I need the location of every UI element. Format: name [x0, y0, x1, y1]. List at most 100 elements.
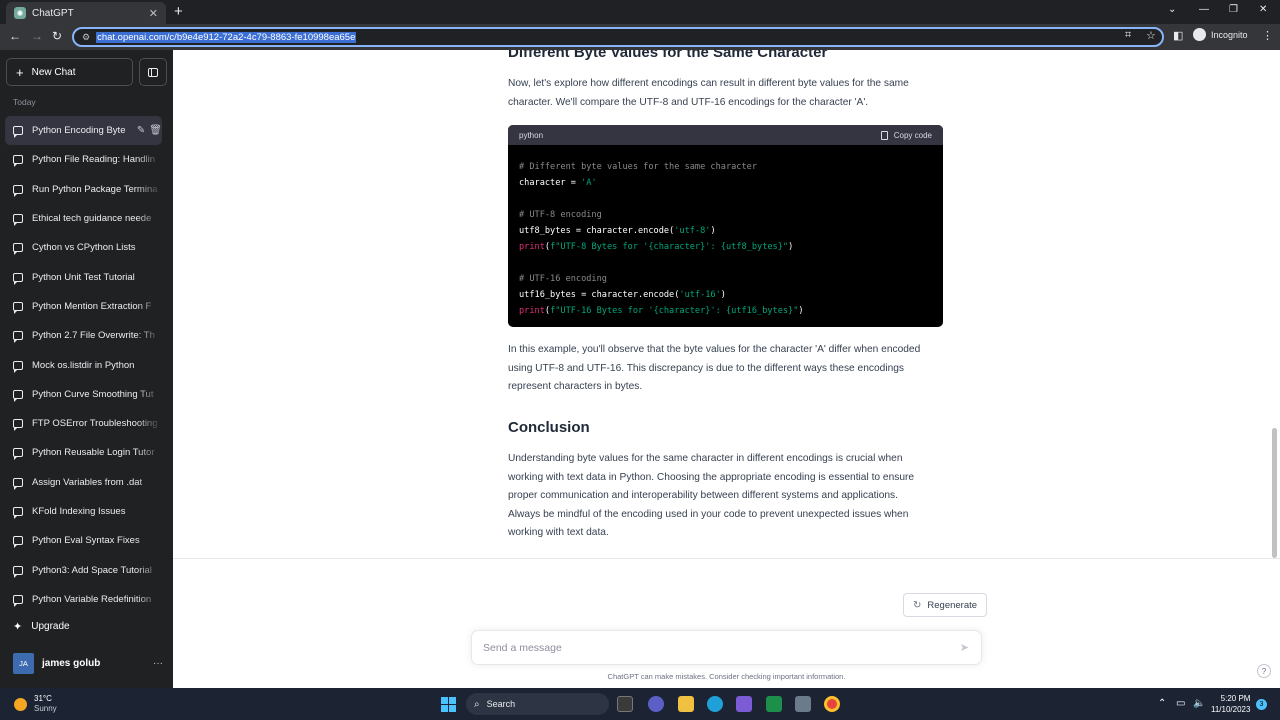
intro-line: Now, let's explore how different encodin…	[508, 78, 909, 89]
chat-bubble-icon	[13, 389, 23, 402]
close-window-icon[interactable]: ✕	[1259, 4, 1267, 15]
refresh-icon: ↻	[913, 599, 922, 611]
chat-title: Assign Variables from .dat	[32, 476, 143, 488]
chat-history-item[interactable]: Python Unit Test Tutorial	[5, 262, 162, 291]
code-line: utf8_bytes = character.encode('utf-8')	[519, 226, 716, 236]
edit-icon[interactable]: ✎	[137, 125, 145, 136]
weather-widget[interactable]: 31°C Sunny	[14, 694, 57, 714]
chat-title: Python Eval Syntax Fixes	[32, 535, 140, 547]
code-line: character = 'A'	[519, 178, 597, 188]
chat-history-item[interactable]: Python 2.7 File Overwrite: Th	[5, 321, 162, 350]
notification-badge[interactable]: 3	[1256, 699, 1267, 710]
new-tab-icon[interactable]: +	[174, 3, 183, 20]
chat-history-item[interactable]: KFold Indexing Issues	[5, 497, 162, 526]
chat-title: Python Curve Smoothing Tut	[32, 388, 154, 400]
chat-title: Run Python Package Termina	[32, 183, 158, 195]
camera-blocked-icon[interactable]: ⌗	[1125, 29, 1131, 42]
file-explorer-icon[interactable]	[678, 696, 694, 712]
message-input[interactable]	[483, 641, 923, 654]
help-button[interactable]: ?	[1257, 664, 1271, 678]
close-tab-icon[interactable]: ✕	[149, 7, 158, 20]
network-icon[interactable]: ▭	[1176, 698, 1185, 709]
disclaimer-text: ChatGPT can make mistakes. Consider chec…	[607, 672, 846, 681]
chat-history-item[interactable]: Python Variable Redefinition	[5, 585, 162, 614]
copy-code-label: Copy code	[893, 130, 932, 140]
network-tool-icon[interactable]	[795, 696, 811, 712]
chat-history-item[interactable]: Python3: Add Space Tutorial	[5, 555, 162, 584]
tray-overflow-icon[interactable]: ⌃	[1158, 698, 1166, 709]
more-options-icon[interactable]: ···	[153, 658, 163, 669]
upgrade-button[interactable]: ✦ Upgrade	[13, 620, 70, 633]
user-menu[interactable]: JA james golub ···	[13, 653, 163, 674]
chat-history-item[interactable]: Python File Reading: Handlin	[5, 145, 162, 174]
maximize-icon[interactable]: ❐	[1229, 4, 1238, 15]
code-line: utf16_bytes = character.encode('utf-16')	[519, 290, 726, 300]
sidebar: + New Chat Today Python Encoding Byte ✎ …	[0, 50, 173, 688]
chat-bubble-icon	[13, 448, 23, 461]
address-bar[interactable]: ⚙ chat.openai.com/c/b9e4e912-72a2-4c79-8…	[72, 27, 1164, 47]
tab-search-icon[interactable]: ⌄	[1168, 4, 1176, 15]
chat-bubble-icon	[13, 594, 23, 607]
section-label-today: Today	[13, 97, 36, 107]
chat-app-icon[interactable]	[648, 696, 664, 712]
copy-code-button[interactable]: Copy code	[880, 130, 932, 140]
chat-history-item[interactable]: Python Encoding Byte ✎ 🗑	[5, 116, 162, 146]
chat-history-item[interactable]: FTP OSError Troubleshooting	[5, 409, 162, 438]
taskbar-search[interactable]: ⌕ Search	[466, 693, 609, 715]
minimize-icon[interactable]: —	[1199, 4, 1209, 15]
conclusion-line: proper communication and interoperabilit…	[508, 490, 898, 502]
intro-paragraph: Now, let's explore how different encodin…	[508, 75, 909, 112]
forward-icon[interactable]: →	[31, 29, 43, 43]
chat-bubble-icon	[13, 301, 23, 314]
incognito-indicator[interactable]: Incognito	[1193, 28, 1248, 41]
url-text[interactable]: chat.openai.com/c/b9e4e912-72a2-4c79-886…	[96, 31, 357, 43]
vpn-app-icon[interactable]	[736, 696, 752, 712]
chat-history-item[interactable]: Assign Variables from .dat	[5, 468, 162, 497]
search-icon: ⌕	[474, 698, 480, 710]
chrome-icon[interactable]	[824, 696, 840, 712]
code-content: # Different byte values for the same cha…	[508, 145, 943, 327]
close-sidebar-button[interactable]	[139, 58, 167, 86]
scrollbar[interactable]	[1272, 428, 1277, 558]
regenerate-button[interactable]: ↻ Regenerate	[903, 593, 988, 617]
edge-browser-icon[interactable]	[707, 696, 723, 712]
sidebar-toggle-icon	[148, 67, 158, 77]
side-panel-icon[interactable]: ◧	[1173, 29, 1183, 42]
weather-condition: Sunny	[34, 704, 57, 713]
new-chat-button[interactable]: + New Chat	[6, 58, 133, 86]
browser-tab[interactable]: ✺ ChatGPT ✕	[6, 2, 166, 24]
windows-start-icon[interactable]	[441, 697, 456, 712]
chat-bubble-icon	[13, 331, 23, 344]
chat-bubble-icon	[13, 565, 23, 578]
volume-icon[interactable]: 🔈	[1193, 698, 1205, 709]
chat-history-item[interactable]: Mock os.listdir in Python	[5, 350, 162, 379]
chat-title: Python Unit Test Tutorial	[32, 271, 135, 283]
send-icon[interactable]: ➤	[960, 641, 969, 654]
browser-menu-icon[interactable]: ⋮	[1262, 29, 1273, 42]
chat-title: Python Variable Redefinition	[32, 593, 152, 605]
sun-icon	[14, 697, 27, 711]
chat-history-item[interactable]: Python Reusable Login Tutor	[5, 438, 162, 467]
site-info-icon[interactable]: ⚙	[82, 32, 90, 43]
task-view-icon[interactable]	[617, 696, 633, 712]
reload-icon[interactable]: ↻	[52, 29, 62, 43]
chat-history-item[interactable]: Ethical tech guidance neede	[5, 204, 162, 233]
back-icon[interactable]: ←	[9, 29, 21, 43]
chat-title: Python Reusable Login Tutor	[32, 447, 155, 459]
code-line: # UTF-8 encoding	[519, 210, 602, 220]
chat-history-item[interactable]: Run Python Package Termina	[5, 175, 162, 204]
trash-icon[interactable]: 🗑	[149, 125, 162, 136]
chat-history-item[interactable]: Python Curve Smoothing Tut	[5, 380, 162, 409]
chat-history-item[interactable]: Cython vs CPython Lists	[5, 233, 162, 262]
chatgpt-favicon-icon: ✺	[14, 7, 26, 19]
bookmark-star-icon[interactable]: ☆	[1146, 29, 1156, 42]
tab-title: ChatGPT	[32, 7, 74, 19]
chat-history-item[interactable]: Python Eval Syntax Fixes	[5, 526, 162, 555]
chat-history-item[interactable]: Python Mention Extraction F	[5, 292, 162, 321]
taskbar-clock[interactable]: 5:20 PM 11/10/2023	[1211, 693, 1250, 715]
code-line: # Different byte values for the same cha…	[519, 162, 757, 172]
taskbar: 31°C Sunny ⌕ Search ⌃ ▭ 🔈 5:20 PM 11/10/…	[0, 688, 1280, 720]
chat-bubble-icon	[13, 507, 23, 519]
excel-icon[interactable]	[766, 696, 782, 712]
conversation-area: Different Byte Values for the Same Chara…	[173, 50, 1280, 688]
